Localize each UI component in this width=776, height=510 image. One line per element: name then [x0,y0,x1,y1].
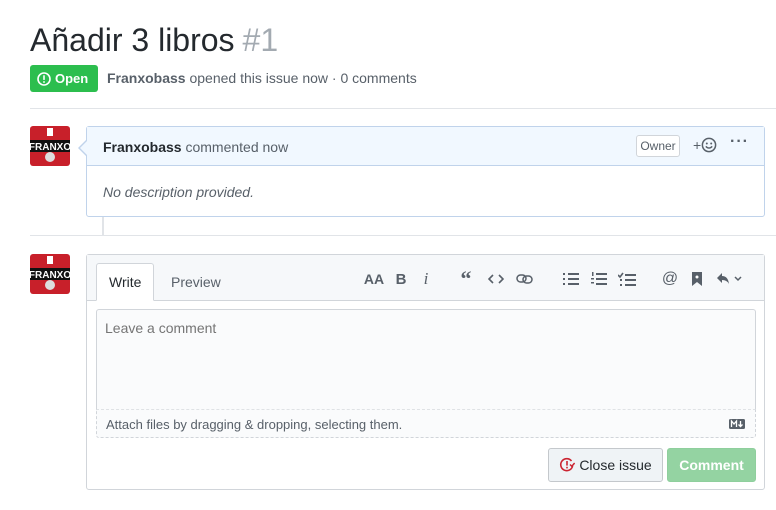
comment-author-line: Franxobass commented now [103,139,288,155]
attach-text: Attach files by dragging & dropping, sel… [106,417,403,432]
markdown-icon [729,419,745,429]
comment-body: No description provided. [103,184,254,200]
avatar[interactable]: FRANXO [30,126,70,166]
issue-closed-icon [560,457,576,472]
tab-write[interactable]: Write [96,263,155,301]
avatar-image: FRANXO [30,126,70,166]
comment-editor: Write Preview AA B i “ @ Attach files by… [86,254,765,490]
bold-icon[interactable]: B [393,269,409,289]
issue-title: Añadir 3 libros #1 [30,20,278,60]
close-issue-label: Close issue [579,457,652,473]
attach-files-area[interactable]: Attach files by dragging & dropping, sel… [96,409,756,438]
link-icon[interactable] [515,269,535,289]
task-list-icon[interactable] [617,269,637,289]
unordered-list-icon[interactable] [562,269,580,289]
issue-author-link[interactable]: Franxobass [107,70,186,86]
avatar-text: FRANXO [30,270,70,281]
avatar[interactable]: FRANXO [30,254,70,294]
status-badge: Open [30,65,98,92]
header-divider [30,108,776,109]
owner-badge: Owner [636,135,680,157]
comment-box: Franxobass commented now Owner + ··· No … [86,126,765,217]
issue-meta: Franxobass opened this issue now · 0 com… [107,70,417,86]
mention-icon[interactable]: @ [661,269,679,289]
comment-button[interactable]: Comment [667,448,756,482]
close-issue-button[interactable]: Close issue [548,448,663,482]
add-reaction-button[interactable]: + [693,137,717,153]
reaction-plus: + [693,137,702,153]
quote-icon[interactable]: “ [457,266,475,291]
smiley-icon [701,137,717,153]
timeline-divider [30,235,776,236]
avatar-text: FRANXO [30,142,70,153]
heading-icon[interactable]: AA [363,269,385,289]
italic-icon[interactable]: i [419,269,433,289]
issue-title-text: Añadir 3 libros [30,22,235,58]
issue-meta-text: opened this issue now · 0 comments [189,70,417,86]
issue-number: #1 [242,22,279,58]
comment-arrow-inner [80,141,87,155]
code-icon[interactable] [487,269,505,289]
saved-replies-icon[interactable] [715,269,745,289]
comment-header: Franxobass commented now Owner + ··· [87,127,764,166]
timeline-line [102,217,104,235]
comment-author-link[interactable]: Franxobass [103,139,182,155]
comment-action[interactable]: commented now [185,139,288,155]
issue-opened-icon [37,71,51,86]
avatar-image: FRANXO [30,254,70,294]
tab-preview[interactable]: Preview [159,263,233,300]
status-label: Open [55,71,89,86]
reference-icon[interactable] [689,269,705,289]
comment-textarea[interactable] [96,309,756,409]
editor-toolbar: Write Preview AA B i “ @ [87,255,764,301]
more-options-button[interactable]: ··· [730,133,749,151]
ordered-list-icon[interactable] [590,269,608,289]
